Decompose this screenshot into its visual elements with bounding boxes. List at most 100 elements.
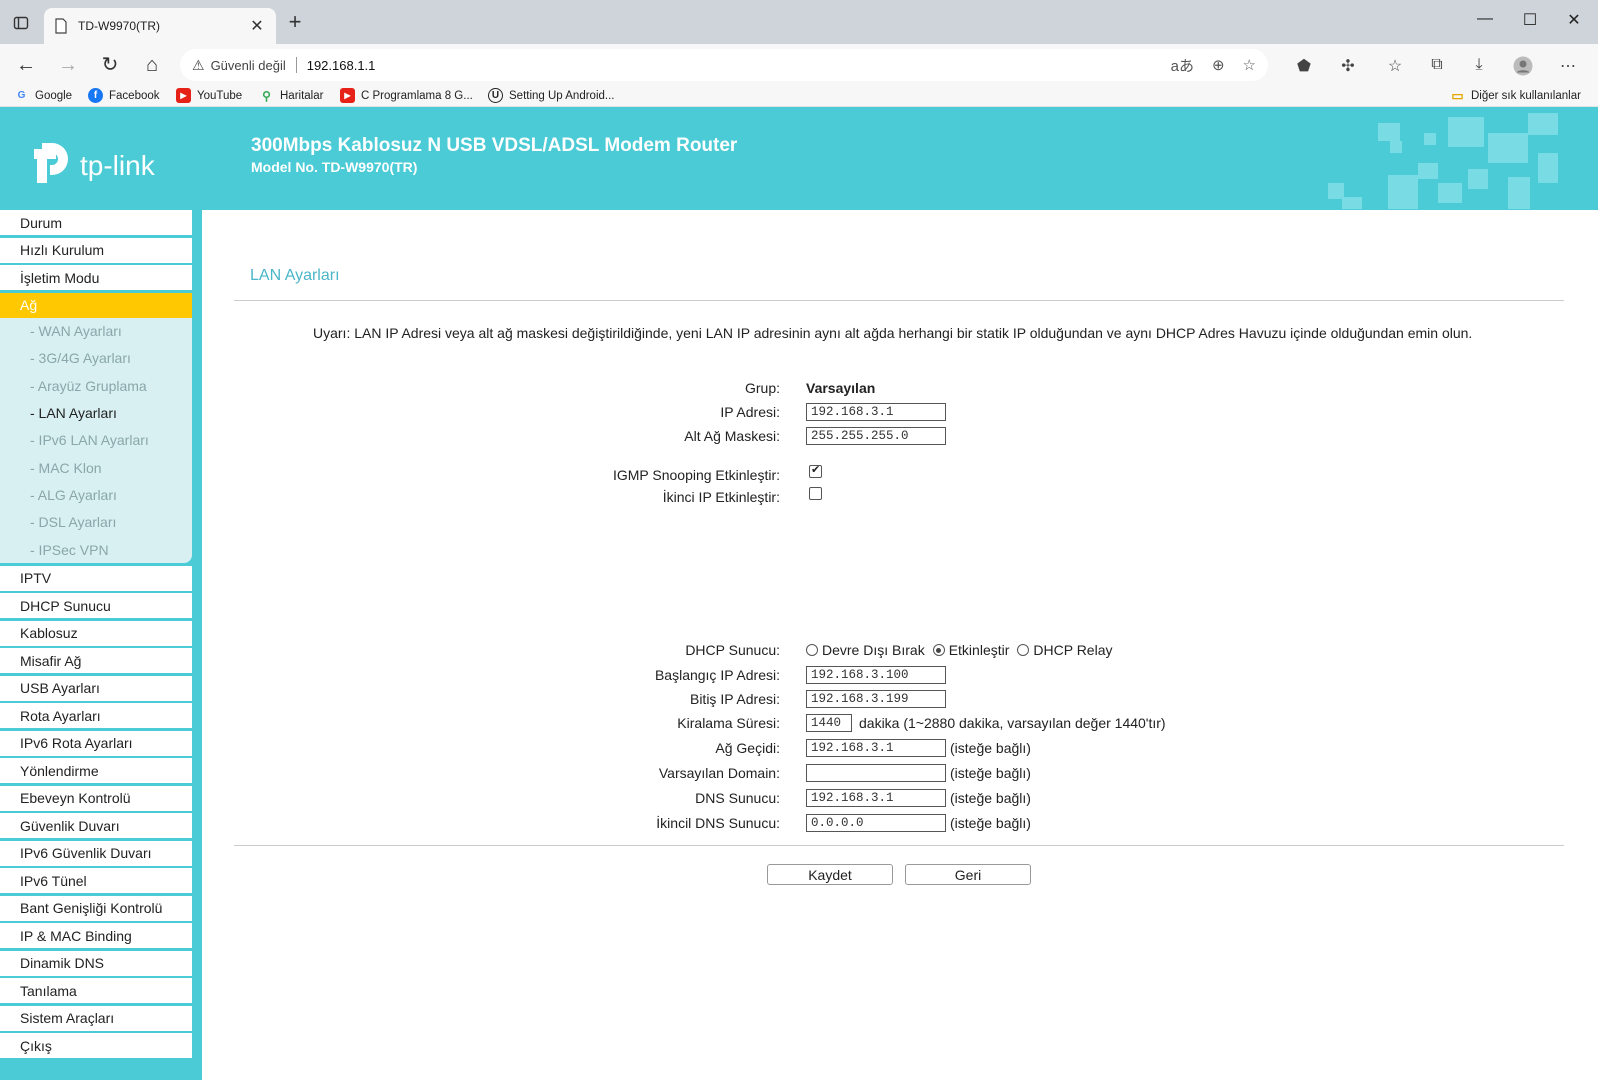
menu-item-quick-setup[interactable]: Hızlı Kurulum xyxy=(0,237,192,263)
forward-arrow-icon[interactable]: → xyxy=(56,54,80,78)
close-tab-icon[interactable]: ✕ xyxy=(248,16,266,36)
dhcp-relay-label[interactable]: DHCP Relay xyxy=(1033,642,1112,658)
menu-item-ipv6-route[interactable]: IPv6 Rota Ayarları xyxy=(0,730,192,756)
menu-item-dynamic-dns[interactable]: Dinamik DNS xyxy=(0,950,192,976)
dhcp-enable-label[interactable]: Etkinleştir xyxy=(949,642,1010,658)
page-icon xyxy=(55,18,67,34)
bookmark-label: Facebook xyxy=(109,89,160,102)
home-icon[interactable]: ⌂ xyxy=(140,54,164,78)
menu-item-wireless[interactable]: Kablosuz xyxy=(0,620,192,646)
address-separator xyxy=(295,57,297,73)
menu-item-dhcp-server[interactable]: DHCP Sunucu xyxy=(0,593,192,619)
read-aloud-icon[interactable]: aあ xyxy=(1171,55,1194,76)
bookmark-maps[interactable]: ⚲ Haritalar xyxy=(259,88,323,103)
address-bar[interactable]: ⚠ Güvenli değil 192.168.1.1 aあ ⊕ ☆ xyxy=(180,49,1268,81)
warning-text: Uyarı: LAN IP Adresi veya alt ağ maskesi… xyxy=(313,325,1473,341)
submenu-alg[interactable]: - ALG Ayarları xyxy=(0,481,192,508)
submenu-mac-clone[interactable]: - MAC Klon xyxy=(0,454,192,481)
menu-item-durum[interactable]: Durum xyxy=(0,210,192,235)
menu-item-operation-mode[interactable]: İşletim Modu xyxy=(0,265,192,290)
dhcp-relay-radio[interactable] xyxy=(1017,644,1030,656)
submenu-interface-grouping[interactable]: - Arayüz Gruplama xyxy=(0,372,192,399)
save-button[interactable]: Kaydet xyxy=(767,864,893,885)
minimize-icon[interactable]: — xyxy=(1463,10,1507,28)
model-number: Model No. TD-W9970(TR) xyxy=(251,159,418,175)
divider xyxy=(234,845,1564,846)
default-domain-label: Varsayılan Domain: xyxy=(658,765,780,781)
extensions-icon[interactable]: ✣ xyxy=(1337,56,1359,76)
submenu-ipsec-vpn[interactable]: - IPSec VPN xyxy=(0,536,192,563)
subnet-mask-input[interactable]: 255.255.255.0 xyxy=(806,427,946,445)
back-button[interactable]: Geri xyxy=(905,864,1031,885)
dns-server-label: DNS Sunucu: xyxy=(695,790,780,806)
browser-toolbar: ← → ↻ ⌂ ⚠ Güvenli değil 192.168.1.1 aあ ⊕… xyxy=(0,44,1598,86)
menu-item-parental-control[interactable]: Ebeveyn Kontrolü xyxy=(0,785,192,811)
lease-time-note: dakika (1~2880 dakika, varsayılan değer … xyxy=(859,715,1166,731)
shield-icon[interactable]: ⬟ xyxy=(1293,56,1315,76)
bookmark-android[interactable]: U Setting Up Android... xyxy=(488,88,614,103)
bookmark-youtube[interactable]: ▶ YouTube xyxy=(176,88,242,103)
menu-item-iptv[interactable]: IPTV xyxy=(0,565,192,591)
menu-item-ipv6-firewall[interactable]: IPv6 Güvenlik Duvarı xyxy=(0,840,192,866)
bookmark-label: YouTube xyxy=(197,89,243,102)
bookmark-label: C Programlama 8 G... xyxy=(361,89,473,102)
menu-item-ipv6-tunnel[interactable]: IPv6 Tünel xyxy=(0,868,192,894)
folder-icon: ▭ xyxy=(1451,87,1464,103)
dhcp-radio-group: Devre Dışı Bırak Etkinleştir DHCP Relay xyxy=(806,642,1121,658)
submenu-dsl[interactable]: - DSL Ayarları xyxy=(0,509,192,536)
dns-server-input[interactable]: 192.168.3.1 xyxy=(806,789,946,807)
downloads-icon[interactable]: ⤓ xyxy=(1468,56,1490,76)
menu-item-bandwidth-control[interactable]: Bant Genişliği Kontrolü xyxy=(0,895,192,921)
zoom-icon[interactable]: ⊕ xyxy=(1212,56,1225,74)
secondary-dns-label: İkincil DNS Sunucu: xyxy=(656,815,780,831)
default-domain-input[interactable] xyxy=(806,764,946,782)
submenu-lan[interactable]: - LAN Ayarları xyxy=(0,399,192,426)
menu-item-diagnostics[interactable]: Tanılama xyxy=(0,978,192,1004)
tp-link-logo: tp-link xyxy=(34,143,156,183)
more-menu-icon[interactable]: ⋯ xyxy=(1557,56,1579,76)
group-value: Varsayılan xyxy=(806,380,876,396)
security-label[interactable]: Güvenli değil xyxy=(211,58,286,73)
start-ip-input[interactable]: 192.168.3.100 xyxy=(806,666,946,684)
dhcp-disable-radio[interactable] xyxy=(806,644,818,656)
tab-actions-icon[interactable] xyxy=(10,12,32,34)
dhcp-disable-label[interactable]: Devre Dışı Bırak xyxy=(822,642,925,658)
secondary-dns-input[interactable]: 0.0.0.0 xyxy=(806,814,946,832)
collections-icon[interactable]: ⧉ xyxy=(1426,56,1448,76)
menu-item-ip-mac-binding[interactable]: IP & MAC Binding xyxy=(0,923,192,949)
menu-item-logout[interactable]: Çıkış xyxy=(0,1033,192,1059)
gateway-input[interactable]: 192.168.3.1 xyxy=(806,739,946,757)
menu-item-firewall[interactable]: Güvenlik Duvarı xyxy=(0,813,192,839)
ip-address-input[interactable]: 192.168.3.1 xyxy=(806,403,946,421)
submenu-ipv6-lan[interactable]: - IPv6 LAN Ayarları xyxy=(0,427,192,454)
bookmark-google[interactable]: G Google xyxy=(14,88,72,103)
reload-icon[interactable]: ↻ xyxy=(98,54,122,78)
menu-item-guest-network[interactable]: Misafir Ağ xyxy=(0,648,192,674)
favorites-icon[interactable]: ☆ xyxy=(1384,56,1406,76)
menu-item-network[interactable]: Ağ xyxy=(0,292,192,318)
bookmark-facebook[interactable]: f Facebook xyxy=(88,88,160,103)
menu-item-forwarding[interactable]: Yönlendirme xyxy=(0,758,192,784)
start-ip-label: Başlangıç IP Adresi: xyxy=(654,667,780,683)
close-window-icon[interactable]: ✕ xyxy=(1552,10,1596,30)
bookmark-c-programming[interactable]: ▶ C Programlama 8 G... xyxy=(340,88,473,103)
maximize-icon[interactable]: ☐ xyxy=(1508,10,1552,30)
submenu-wan[interactable]: - WAN Ayarları xyxy=(0,318,192,345)
menu-item-system-tools[interactable]: Sistem Araçları xyxy=(0,1005,192,1031)
back-arrow-icon[interactable]: ← xyxy=(14,54,38,78)
url-text[interactable]: 192.168.1.1 xyxy=(307,58,1153,73)
warning-icon[interactable]: ⚠ xyxy=(192,57,205,74)
add-favorite-icon[interactable]: ☆ xyxy=(1243,56,1256,74)
browser-tab[interactable]: TD-W9970(TR) ✕ xyxy=(44,8,276,44)
second-ip-checkbox[interactable] xyxy=(809,487,822,500)
lease-time-input[interactable]: 1440 xyxy=(806,714,852,732)
menu-item-usb-settings[interactable]: USB Ayarları xyxy=(0,675,192,701)
profile-avatar-icon[interactable] xyxy=(1512,56,1534,76)
menu-item-route-settings[interactable]: Rota Ayarları xyxy=(0,703,192,729)
new-tab-button[interactable]: + xyxy=(284,11,306,34)
dhcp-enable-radio[interactable] xyxy=(932,644,945,656)
end-ip-input[interactable]: 192.168.3.199 xyxy=(806,690,946,708)
other-bookmarks-folder[interactable]: ▭ Diğer sık kullanılanlar xyxy=(1450,88,1581,103)
submenu-3g4g[interactable]: - 3G/4G Ayarları xyxy=(0,345,192,372)
igmp-snooping-checkbox[interactable] xyxy=(809,463,822,478)
